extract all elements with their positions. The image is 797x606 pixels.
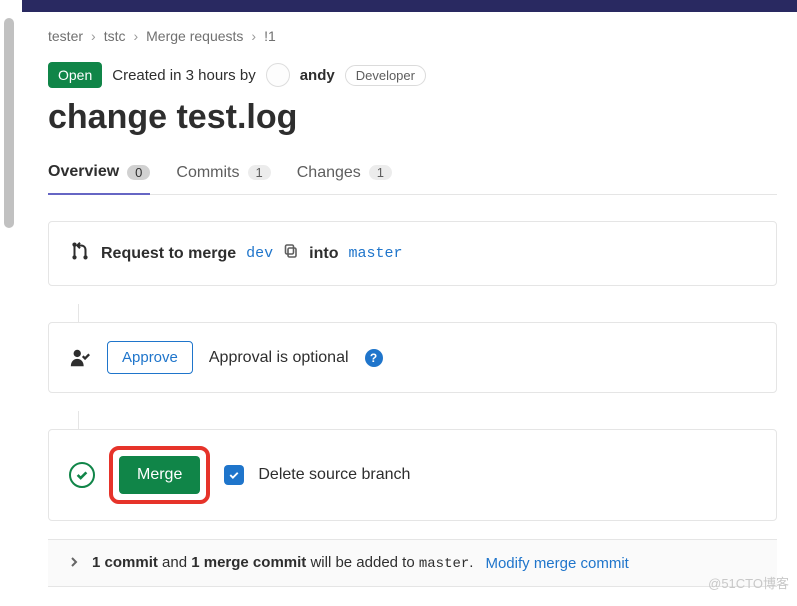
created-text: Created in 3 hours by xyxy=(112,67,255,84)
merge-request-icon xyxy=(69,240,91,267)
tab-changes[interactable]: Changes 1 xyxy=(297,163,392,194)
breadcrumb-item[interactable]: tester xyxy=(48,28,83,44)
merge-panel: Merge Delete source branch xyxy=(48,429,777,521)
tab-count: 1 xyxy=(369,165,392,180)
chevron-right-icon: › xyxy=(91,28,96,44)
status-badge: Open xyxy=(48,62,102,88)
left-scrollbar[interactable] xyxy=(0,0,22,596)
modify-commit-link[interactable]: Modify merge commit xyxy=(485,555,628,572)
approve-button[interactable]: Approve xyxy=(107,341,193,374)
timeline-line xyxy=(78,411,777,429)
commit-summary-text: 1 commit and 1 merge commit will be adde… xyxy=(92,554,473,572)
tab-commits[interactable]: Commits 1 xyxy=(176,163,270,194)
copy-icon[interactable] xyxy=(283,243,299,264)
annotation-highlight: Merge xyxy=(109,446,210,504)
info-icon[interactable]: ? xyxy=(365,349,383,367)
tab-count: 1 xyxy=(248,165,271,180)
mr-meta-row: Open Created in 3 hours by andy Develope… xyxy=(48,62,777,88)
approval-optional-text: Approval is optional xyxy=(209,349,349,367)
into-label: into xyxy=(309,245,338,263)
tab-overview[interactable]: Overview 0 xyxy=(48,163,150,195)
source-branch-link[interactable]: dev xyxy=(246,245,273,262)
chevron-right-icon: › xyxy=(251,28,256,44)
merge-button[interactable]: Merge xyxy=(119,456,200,494)
breadcrumb-item[interactable]: tstc xyxy=(104,28,126,44)
delete-branch-label: Delete source branch xyxy=(258,466,410,484)
commit-summary-panel: 1 commit and 1 merge commit will be adde… xyxy=(48,539,777,587)
tab-label: Commits xyxy=(176,164,239,182)
chevron-right-icon[interactable] xyxy=(68,555,80,572)
role-badge: Developer xyxy=(345,65,426,86)
tab-count: 0 xyxy=(127,165,150,180)
scrollbar-thumb[interactable] xyxy=(4,18,14,228)
approval-panel: Approve Approval is optional ? xyxy=(48,322,777,393)
target-branch-link[interactable]: master xyxy=(348,245,402,262)
chevron-right-icon: › xyxy=(133,28,138,44)
approver-icon xyxy=(69,347,91,369)
tab-label: Changes xyxy=(297,164,361,182)
breadcrumb-item[interactable]: !1 xyxy=(264,28,276,44)
watermark: @51CTO博客 xyxy=(708,573,789,592)
breadcrumb-item[interactable]: Merge requests xyxy=(146,28,243,44)
tabs: Overview 0 Commits 1 Changes 1 xyxy=(48,163,777,195)
breadcrumb: tester › tstc › Merge requests › !1 xyxy=(48,28,777,44)
request-label: Request to merge xyxy=(101,245,236,263)
delete-branch-checkbox[interactable] xyxy=(224,465,244,485)
tab-label: Overview xyxy=(48,163,119,181)
top-accent-bar xyxy=(0,0,797,12)
avatar[interactable] xyxy=(266,63,290,87)
merge-request-panel: Request to merge dev into master xyxy=(48,221,777,286)
status-success-icon xyxy=(69,462,95,488)
page-title: change test.log xyxy=(48,98,777,137)
timeline-line xyxy=(78,304,777,322)
author-name[interactable]: andy xyxy=(300,67,335,84)
